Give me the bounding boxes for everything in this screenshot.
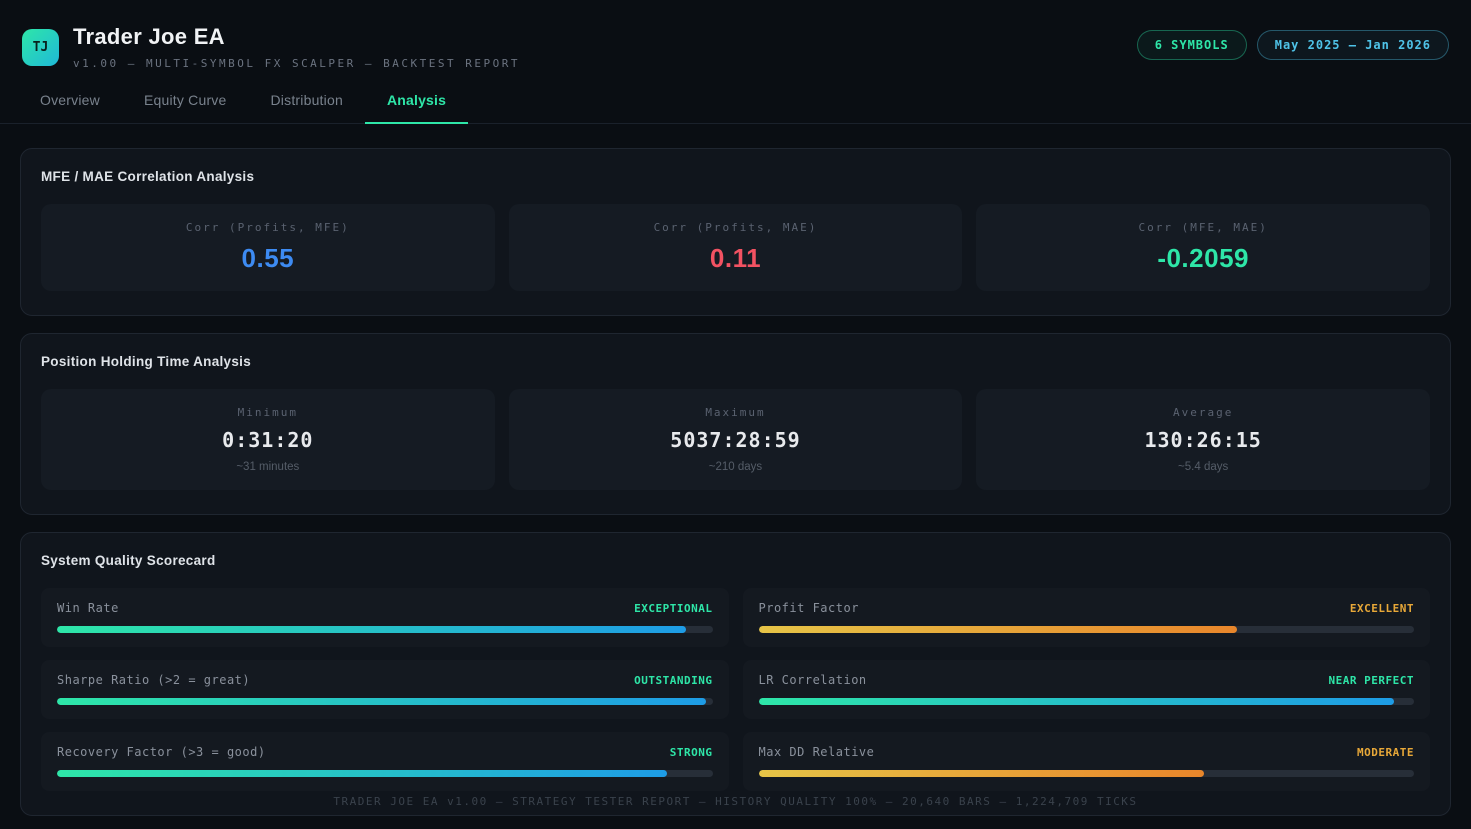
progress-bar-track [758, 626, 1414, 633]
metric-rating-badge: EXCEPTIONAL [634, 601, 713, 615]
holding-time-card: Position Holding Time Analysis Minimum 0… [20, 333, 1451, 515]
header: TJ Trader Joe EA v1.00 — MULTI-SYMBOL FX… [0, 0, 1471, 70]
metric-rating-badge: NEAR PERFECT [1328, 673, 1414, 687]
date-range-badge: May 2025 — Jan 2026 [1256, 30, 1449, 60]
metric-sharpe-ratio: Sharpe Ratio (>2 = great) OUTSTANDING [41, 660, 729, 719]
tab-bar: Overview Equity Curve Distribution Analy… [0, 92, 1471, 124]
header-badges: 6 SYMBOLS May 2025 — Jan 2026 [1136, 30, 1449, 60]
corr-mfe-mae-stat: Corr (MFE, MAE) -0.2059 [976, 204, 1430, 291]
tab-equity-curve[interactable]: Equity Curve [144, 92, 227, 123]
holding-time-card-title: Position Holding Time Analysis [41, 354, 252, 369]
stat-label: Corr (Profits, MAE) [653, 221, 818, 234]
stat-note: ~5.4 days [1178, 461, 1229, 473]
metric-win-rate: Win Rate EXCEPTIONAL [41, 588, 729, 647]
progress-bar-fill [758, 626, 1237, 633]
corr-profits-mfe-stat: Corr (Profits, MFE) 0.55 [41, 204, 495, 291]
stat-value: 0.11 [709, 243, 762, 273]
holding-maximum-stat: Maximum 5037:28:59 ~210 days [508, 389, 963, 490]
corr-profits-mae-stat: Corr (Profits, MAE) 0.11 [508, 204, 963, 291]
stat-note: ~210 days [708, 461, 763, 473]
holding-minimum-stat: Minimum 0:31:20 ~31 minutes [41, 389, 495, 490]
stat-label: Average [1172, 406, 1234, 419]
stat-label: Minimum [237, 406, 298, 419]
stat-value: 130:26:15 [1144, 428, 1262, 452]
page-title: Trader Joe EA [73, 24, 225, 49]
stat-label: Corr (MFE, MAE) [1138, 221, 1268, 234]
app-logo: TJ [22, 28, 59, 66]
correlation-card-title: MFE / MAE Correlation Analysis [41, 169, 255, 184]
metric-profit-factor: Profit Factor EXCELLENT [742, 588, 1430, 647]
stat-label: Maximum [705, 406, 766, 419]
metric-label: Recovery Factor (>3 = good) [57, 745, 266, 759]
progress-bar-track [758, 698, 1414, 705]
metric-label: Profit Factor [758, 601, 859, 615]
stat-value: 0.55 [241, 243, 295, 273]
metric-label: Max DD Relative [758, 745, 875, 759]
progress-bar-track [57, 626, 713, 633]
tab-overview[interactable]: Overview [40, 92, 100, 123]
holding-average-stat: Average 130:26:15 ~5.4 days [976, 389, 1430, 490]
metric-rating-badge: STRONG [669, 745, 713, 759]
metric-label: LR Correlation [758, 673, 867, 687]
page-subtitle: v1.00 — MULTI-SYMBOL FX SCALPER — BACKTE… [73, 57, 521, 70]
correlation-card: MFE / MAE Correlation Analysis Corr (Pro… [20, 148, 1451, 316]
progress-bar-fill [57, 698, 706, 705]
scorecard-title: System Quality Scorecard [41, 553, 216, 568]
stat-label: Corr (Profits, MFE) [185, 221, 350, 234]
metric-rating-badge: MODERATE [1357, 745, 1414, 759]
metric-rating-badge: EXCELLENT [1349, 601, 1414, 615]
metric-lr-correlation: LR Correlation NEAR PERFECT [742, 660, 1430, 719]
brand: TJ Trader Joe EA v1.00 — MULTI-SYMBOL FX… [22, 24, 520, 70]
footer-status-line: TRADER JOE EA v1.00 — STRATEGY TESTER RE… [333, 795, 1138, 808]
metric-label: Sharpe Ratio (>2 = great) [57, 673, 251, 687]
stat-value: -0.2059 [1157, 243, 1249, 273]
tab-analysis[interactable]: Analysis [364, 92, 469, 124]
stat-value: 0:31:20 [222, 428, 314, 452]
progress-bar-track [57, 698, 713, 705]
metric-label: Win Rate [57, 601, 119, 615]
progress-bar-fill [57, 626, 687, 633]
progress-bar-fill [758, 698, 1395, 705]
metric-rating-badge: OUTSTANDING [634, 673, 713, 687]
tab-distribution[interactable]: Distribution [271, 92, 343, 123]
symbols-badge: 6 SYMBOLS [1136, 30, 1247, 60]
main-content: MFE / MAE Correlation Analysis Corr (Pro… [0, 124, 1471, 816]
stat-note: ~31 minutes [236, 461, 300, 473]
stat-value: 5037:28:59 [670, 428, 801, 452]
